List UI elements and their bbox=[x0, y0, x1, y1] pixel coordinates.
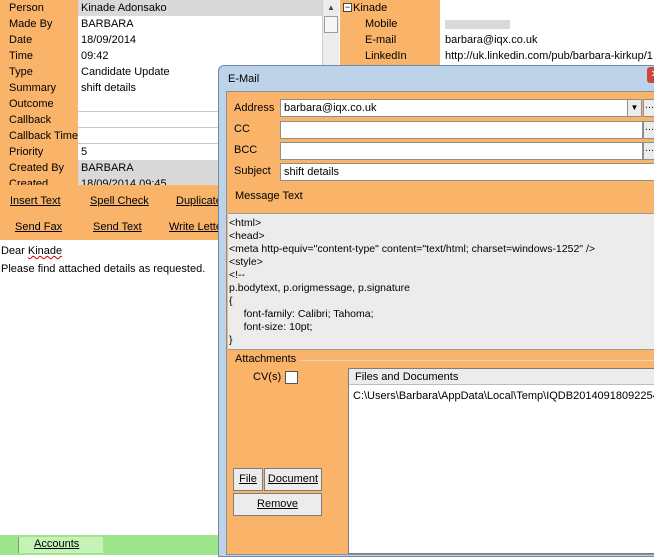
contact-tree-label: Kinade bbox=[353, 2, 388, 14]
detail-label: Person bbox=[0, 0, 78, 16]
bottom-tab-bar: Accounts bbox=[0, 535, 222, 555]
file-button[interactable]: File bbox=[233, 468, 263, 491]
detail-row-time: Time 09:42 bbox=[0, 48, 322, 64]
misspelled-word: Kinade bbox=[27, 245, 63, 257]
detail-label: Created bbox=[0, 176, 78, 185]
dialog-title: E-Mail bbox=[228, 73, 260, 85]
contact-tree-node[interactable]: − Kinade bbox=[340, 0, 654, 16]
collapse-icon[interactable]: − bbox=[343, 3, 352, 12]
email-form: Address barbara@iqx.co.uk ▼ … CC … BCC …… bbox=[226, 91, 654, 555]
attachments-label: Attachments bbox=[235, 353, 297, 365]
more-icon[interactable]: … bbox=[643, 142, 654, 160]
list-item[interactable]: C:\Users\Barbara\AppData\Local\Temp\IQDB… bbox=[353, 389, 654, 403]
contact-row-linkedin: LinkedIn http://uk.linkedin.com/pub/barb… bbox=[340, 48, 654, 64]
contact-row-mobile: Mobile bbox=[340, 16, 654, 32]
contact-row-email: E-mail barbara@iqx.co.uk bbox=[340, 32, 654, 48]
detail-row-person: Person Kinade Adonsako bbox=[0, 0, 322, 16]
address-input[interactable]: barbara@iqx.co.uk bbox=[280, 99, 628, 117]
cv-checkbox[interactable] bbox=[285, 371, 298, 384]
contact-label: LinkedIn bbox=[365, 50, 407, 62]
files-list[interactable]: Files and Documents C:\Users\Barbara\App… bbox=[348, 368, 654, 554]
bcc-input[interactable] bbox=[280, 142, 643, 160]
more-icon[interactable]: … bbox=[643, 99, 654, 117]
detail-label: Callback bbox=[0, 112, 78, 128]
cv-label: CV(s) bbox=[253, 371, 282, 383]
detail-label: Callback Time bbox=[0, 128, 78, 144]
greeting-line: Dear Kinade bbox=[1, 245, 63, 257]
remove-button[interactable]: Remove bbox=[233, 493, 322, 516]
contact-label: E-mail bbox=[365, 34, 397, 46]
bcc-label: BCC bbox=[234, 144, 258, 156]
message-body[interactable]: Dear Kinade Please find attached details… bbox=[0, 240, 222, 535]
body-line: Please find attached details as requeste… bbox=[1, 263, 206, 275]
action-toolbar: Insert Text Spell Check Duplicate Send F… bbox=[0, 185, 226, 240]
detail-label: Created By bbox=[0, 160, 78, 176]
more-icon[interactable]: … bbox=[643, 121, 654, 139]
document-button[interactable]: Document bbox=[264, 468, 322, 491]
detail-label: Date bbox=[0, 32, 78, 48]
attachments-group: Attachments CV(s) File Document Remove F… bbox=[228, 353, 654, 554]
detail-value[interactable]: BARBARA bbox=[78, 16, 322, 32]
detail-label: Type bbox=[0, 64, 78, 80]
spell-check-link[interactable]: Spell Check bbox=[90, 195, 149, 207]
group-divider bbox=[301, 360, 654, 361]
detail-label: Outcome bbox=[0, 96, 78, 112]
detail-value[interactable]: 18/09/2014 bbox=[78, 32, 322, 48]
chevron-down-icon[interactable]: ▼ bbox=[627, 99, 642, 117]
detail-label: Priority bbox=[0, 144, 78, 160]
contact-value-redacted bbox=[445, 16, 510, 32]
close-icon[interactable]: ✕ bbox=[647, 67, 654, 83]
send-text-link[interactable]: Send Text bbox=[93, 221, 142, 233]
cc-label: CC bbox=[234, 123, 250, 135]
contact-value[interactable]: http://uk.linkedin.com/pub/barbara-kirku… bbox=[445, 48, 653, 64]
tab-accounts[interactable]: Accounts bbox=[18, 537, 103, 553]
detail-value[interactable]: Kinade Adonsako bbox=[78, 0, 322, 16]
detail-label: Summary bbox=[0, 80, 78, 96]
contact-panel: − Kinade Mobile E-mail barbara@iqx.co.uk… bbox=[340, 0, 654, 65]
duplicate-link[interactable]: Duplicate bbox=[176, 195, 222, 207]
detail-row-date: Date 18/09/2014 bbox=[0, 32, 322, 48]
cc-input[interactable] bbox=[280, 121, 643, 139]
message-text-label: Message Text bbox=[235, 190, 303, 202]
email-dialog: E-Mail ✕ Address barbara@iqx.co.uk ▼ … C… bbox=[218, 65, 654, 557]
scroll-up-icon[interactable]: ▲ bbox=[323, 0, 339, 15]
files-column-header[interactable]: Files and Documents bbox=[349, 369, 654, 385]
scroll-thumb[interactable] bbox=[324, 16, 338, 33]
subject-label: Subject bbox=[234, 165, 271, 177]
contact-value[interactable]: barbara@iqx.co.uk bbox=[445, 32, 538, 48]
detail-row-made-by: Made By BARBARA bbox=[0, 16, 322, 32]
contact-label: Mobile bbox=[365, 18, 398, 30]
detail-label: Time bbox=[0, 48, 78, 64]
insert-text-link[interactable]: Insert Text bbox=[10, 195, 61, 207]
address-label: Address bbox=[234, 102, 275, 114]
message-text-area[interactable]: <html> <head> <meta http-equiv="content-… bbox=[228, 213, 654, 350]
tab-accounts-label[interactable]: Accounts bbox=[34, 538, 79, 550]
send-fax-link[interactable]: Send Fax bbox=[15, 221, 62, 233]
detail-label: Made By bbox=[0, 16, 78, 32]
detail-value[interactable]: 09:42 bbox=[78, 48, 322, 64]
subject-input[interactable]: shift details bbox=[280, 163, 654, 181]
